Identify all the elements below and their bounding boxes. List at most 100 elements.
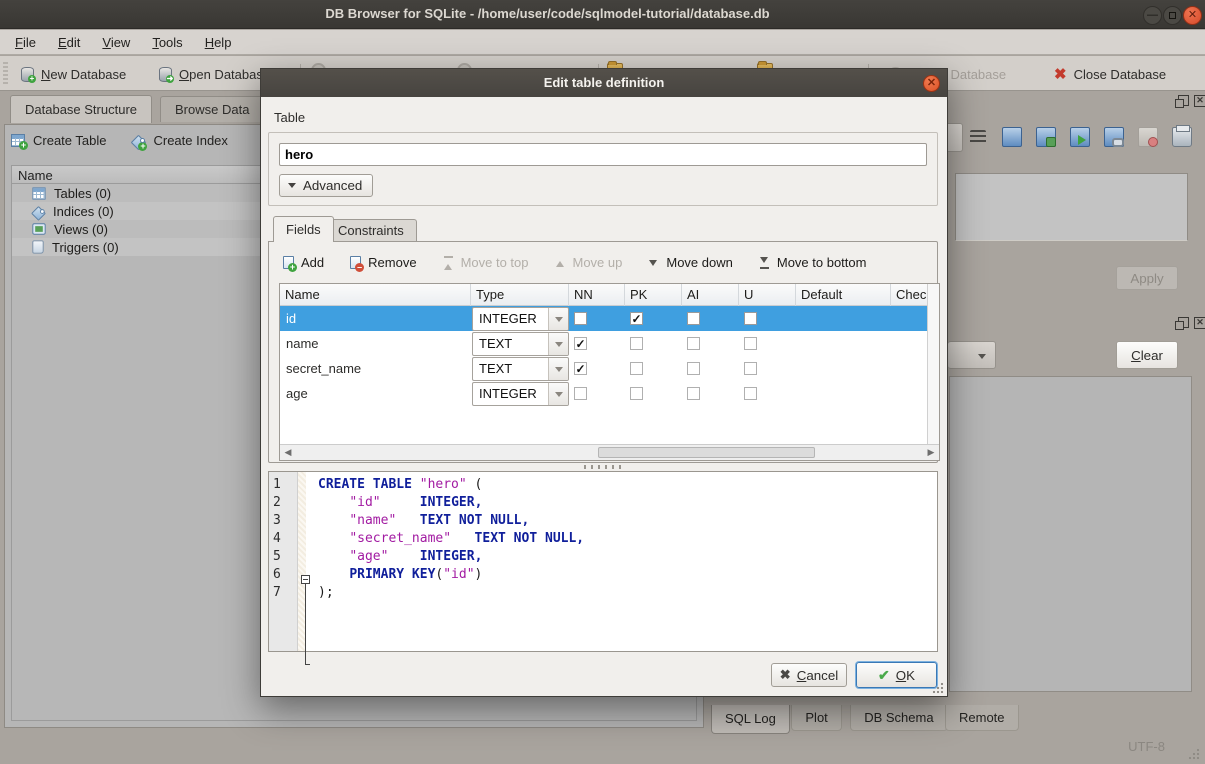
tab-database-structure[interactable]: Database Structure (10, 95, 152, 123)
cell-editor-area[interactable] (955, 173, 1188, 241)
nn-checkbox[interactable]: ✓ (574, 362, 587, 375)
field-name-cell[interactable]: secret_name (280, 356, 471, 381)
tab-constraints[interactable]: Constraints (325, 219, 417, 242)
column-header-name[interactable]: Name (280, 284, 471, 306)
fold-marker-icon[interactable] (301, 575, 310, 584)
chevron-down-icon[interactable] (548, 358, 568, 380)
ai-checkbox[interactable] (687, 387, 700, 400)
column-header-type[interactable]: Type (471, 284, 569, 306)
scrollbar-thumb[interactable] (598, 447, 815, 458)
u-checkbox[interactable] (744, 337, 757, 350)
bottom-tab-plot[interactable]: Plot (791, 705, 841, 731)
pk-checkbox[interactable]: ✓ (630, 312, 643, 325)
column-header-u[interactable]: U (739, 284, 796, 306)
close-window-icon[interactable]: ✕ (1183, 6, 1202, 25)
float-dock-icon[interactable] (1178, 317, 1189, 328)
dialog-close-icon[interactable]: ✕ (923, 75, 940, 92)
ok-button[interactable]: ✔ OK (856, 662, 937, 688)
field-name-cell[interactable]: id (280, 306, 471, 331)
nn-checkbox[interactable] (574, 312, 587, 325)
encoding-status[interactable]: UTF-8 (1128, 739, 1165, 754)
menu-help[interactable]: Help (196, 32, 241, 53)
grid-horizontal-scrollbar[interactable]: ◀ ▶ (280, 444, 939, 460)
toolbar-handle[interactable] (3, 62, 8, 84)
minimize-icon[interactable]: — (1143, 6, 1162, 25)
link-window-icon[interactable] (1102, 124, 1126, 150)
field-row-age[interactable]: ageINTEGER (280, 381, 928, 406)
field-name-cell[interactable]: name (280, 331, 471, 356)
mode-button-fragment[interactable] (948, 123, 963, 152)
field-row-name[interactable]: nameTEXT ✓ (280, 331, 928, 356)
u-checkbox[interactable] (744, 387, 757, 400)
splitter-handle[interactable] (584, 465, 624, 469)
sql-log-area[interactable] (949, 376, 1192, 692)
dialog-resize-grip[interactable] (932, 681, 945, 694)
maximize-icon[interactable] (1163, 6, 1182, 25)
export-file-icon[interactable] (1034, 124, 1058, 150)
default-cell[interactable] (796, 306, 891, 331)
chevron-down-icon[interactable] (548, 383, 568, 405)
close-dock-icon[interactable]: ✕ (1194, 317, 1205, 329)
move-down-button[interactable]: Move down (648, 255, 732, 270)
create-table-button[interactable]: + Create Table (11, 133, 106, 148)
create-index-button[interactable]: + Create Index (132, 133, 227, 148)
remove-button[interactable]: –Remove (350, 255, 416, 270)
ai-checkbox[interactable] (687, 337, 700, 350)
menu-file[interactable]: File (6, 32, 45, 53)
menu-tools[interactable]: Tools (143, 32, 191, 53)
default-cell[interactable] (796, 331, 891, 356)
tab-fields[interactable]: Fields (273, 216, 334, 242)
menu-edit[interactable]: Edit (49, 32, 89, 53)
tab-browse-data[interactable]: Browse Data (160, 96, 264, 122)
column-header-ai[interactable]: AI (682, 284, 739, 306)
nn-checkbox[interactable]: ✓ (574, 337, 587, 350)
type-combobox[interactable]: TEXT (472, 332, 569, 356)
menu-view[interactable]: View (93, 32, 139, 53)
dialog-titlebar[interactable]: Edit table definition (261, 69, 947, 97)
u-checkbox[interactable] (744, 362, 757, 375)
window-resize-grip[interactable] (1188, 747, 1201, 760)
print-icon[interactable] (1170, 124, 1194, 150)
word-wrap-icon[interactable] (966, 124, 990, 150)
default-cell[interactable] (796, 356, 891, 381)
add-button[interactable]: +Add (283, 255, 324, 270)
bottom-tab-sql-log[interactable]: SQL Log (711, 705, 790, 734)
clear-log-button[interactable]: Clear (1116, 341, 1178, 369)
log-filter-combo-fragment[interactable] (948, 341, 996, 369)
import-file-icon[interactable] (1000, 124, 1024, 150)
u-checkbox[interactable] (744, 312, 757, 325)
ai-checkbox[interactable] (687, 312, 700, 325)
move-to-bottom-button[interactable]: Move to bottom (759, 255, 867, 270)
default-cell[interactable] (796, 381, 891, 406)
advanced-button[interactable]: Advanced (279, 174, 373, 197)
scroll-right-icon[interactable]: ▶ (925, 447, 937, 458)
chevron-down-icon[interactable] (548, 308, 568, 330)
pk-checkbox[interactable] (630, 362, 643, 375)
ai-checkbox[interactable] (687, 362, 700, 375)
field-row-secret_name[interactable]: secret_nameTEXT ✓ (280, 356, 928, 381)
bottom-tab-remote[interactable]: Remote (945, 705, 1019, 731)
cancel-button[interactable]: ✖ Cancel (771, 663, 847, 687)
execute-icon[interactable] (1068, 124, 1092, 150)
field-name-cell[interactable]: age (280, 381, 471, 406)
field-row-id[interactable]: idINTEGER ✓ (280, 306, 928, 331)
bottom-tab-db-schema[interactable]: DB Schema (850, 705, 947, 731)
sql-preview[interactable]: 1CREATE TABLE "hero" (2 "id" INTEGER,3 "… (268, 471, 938, 652)
type-combobox[interactable]: INTEGER (472, 382, 569, 406)
column-header-nn[interactable]: NN (569, 284, 625, 306)
type-combobox[interactable]: INTEGER (472, 307, 569, 331)
pk-checkbox[interactable] (630, 337, 643, 350)
chevron-down-icon[interactable] (548, 333, 568, 355)
column-header-pk[interactable]: PK (625, 284, 682, 306)
column-header-default[interactable]: Default (796, 284, 891, 306)
type-combobox[interactable]: TEXT (472, 357, 569, 381)
open-database-button[interactable]: ➜ Open Database (158, 62, 270, 86)
close-database-button[interactable]: ✖ Close Database (1054, 62, 1166, 86)
table-name-input[interactable] (279, 143, 927, 166)
float-dock-icon[interactable] (1178, 95, 1189, 106)
new-database-button[interactable]: + New Database (20, 62, 126, 86)
grid-vertical-scrollbar[interactable] (927, 284, 939, 444)
pk-checkbox[interactable] (630, 387, 643, 400)
scroll-left-icon[interactable]: ◀ (282, 447, 294, 458)
nn-checkbox[interactable] (574, 387, 587, 400)
